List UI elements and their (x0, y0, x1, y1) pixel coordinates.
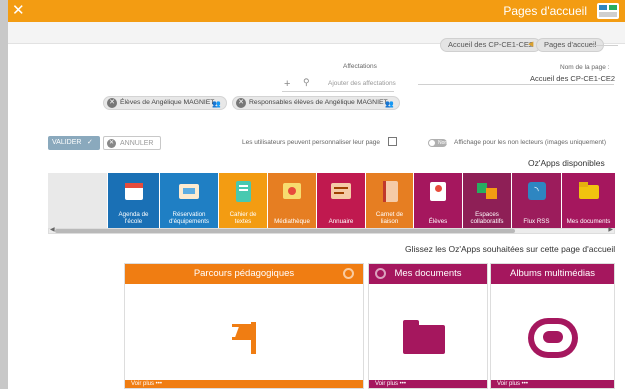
remove-tag-icon[interactable]: ✕ (236, 98, 246, 108)
app-tile-mediatheque[interactable]: Médiathèque (268, 173, 316, 228)
check-icon: ✓ (87, 139, 93, 146)
app-tile-label: Réservation d'équipements (168, 211, 210, 225)
page-title: Pages d'accueil (503, 4, 587, 18)
name-input-underline (418, 84, 614, 85)
app-header: ✕ Pages d'accueil (8, 0, 625, 22)
card-albums-multimedias[interactable]: Albums multimédias Voir plus ••• (490, 263, 615, 389)
close-icon[interactable]: ✕ (12, 2, 25, 19)
app-tile-label: Élèves (428, 218, 448, 225)
customize-checkbox[interactable] (388, 137, 397, 146)
add-icon[interactable]: + (284, 78, 290, 90)
apps-scroll-thumb[interactable] (55, 229, 515, 233)
see-more-link[interactable]: Voir plus ••• (491, 380, 614, 388)
page: ✕ Pages d'accueil Accueil des CP-CE1-CE2… (0, 0, 625, 389)
app-tile-eleves[interactable]: Élèves (414, 173, 462, 228)
app-tile-agenda[interactable]: Agenda de l'école (108, 173, 159, 228)
app-tile-label: Espaces collaboratifs (470, 211, 504, 225)
see-more-link[interactable]: Voir plus ••• (125, 380, 363, 388)
assign-label: Affectations (343, 63, 377, 70)
left-gutter (0, 0, 8, 389)
scroll-left-icon[interactable]: ◀ (50, 226, 55, 233)
scroll-right-icon[interactable]: ▶ (608, 226, 613, 233)
app-tile-mes-documents[interactable]: Mes documents (562, 173, 615, 228)
group-icon: 👥 (385, 101, 394, 108)
remove-tag-icon[interactable]: ✕ (107, 98, 117, 108)
assign-tag-students: ✕ Élèves de Angélique MAGNIET 👥 (103, 96, 227, 110)
search-icon[interactable]: ⚲ (303, 77, 310, 88)
gear-icon[interactable] (343, 268, 354, 279)
gear-icon[interactable] (375, 268, 386, 279)
assign-tag-label: Élèves de Angélique MAGNIET (120, 99, 215, 106)
card-body (491, 284, 614, 388)
calendar-icon (122, 179, 146, 203)
breadcrumb-divider (592, 45, 618, 46)
chevron-left-icon: ◀ (528, 41, 534, 48)
validate-button[interactable]: VALIDER ✓ (48, 136, 100, 150)
name-input[interactable]: Accueil des CP-CE1-CE2 (530, 74, 615, 83)
card-header: Albums multimédias (491, 264, 614, 284)
available-apps-strip: Mes documents ◝ Flux RSS Espaces collabo… (48, 173, 615, 228)
customize-label: Les utilisateurs peuvent personnaliser l… (242, 139, 381, 146)
toggle-state: Non (438, 140, 448, 146)
folder-icon (577, 179, 601, 203)
rss-icon: ◝ (525, 179, 549, 203)
flag-icon (227, 322, 259, 354)
group-icon: 👥 (212, 101, 221, 108)
cancel-icon: ✕ (107, 139, 116, 148)
media-library-icon (280, 179, 304, 203)
app-tile-empty (48, 173, 107, 228)
app-tile-reservation[interactable]: Réservation d'équipements (160, 173, 218, 228)
available-apps-title: Oz'Apps disponibles (528, 158, 605, 168)
card-body (125, 284, 363, 388)
app-tile-espaces-collaboratifs[interactable]: Espaces collaboratifs (463, 173, 511, 228)
app-tile-cahier-de-textes[interactable]: Cahier de textes (219, 173, 267, 228)
folder-icon (403, 320, 445, 354)
card-parcours-pedagogiques[interactable]: Parcours pédagogiques Voir plus ••• (124, 263, 364, 389)
app-tile-flux-rss[interactable]: ◝ Flux RSS (512, 173, 561, 228)
assign-tag-parents: ✕ Responsables élèves de Angélique MAGNI… (232, 96, 400, 110)
app-tile-label: Annuaire (328, 218, 354, 225)
name-label: Nom de la page : (560, 64, 610, 71)
app-tile-label: Agenda de l'école (118, 211, 149, 225)
card-header: Mes documents (369, 264, 487, 284)
directory-icon (329, 179, 353, 203)
card-body (369, 284, 487, 388)
app-tile-annuaire[interactable]: Annuaire (317, 173, 365, 228)
multimedia-albums-icon (528, 318, 578, 358)
drop-title: Glissez les Oz'Apps souhaitées sur cette… (405, 244, 616, 254)
readers-label: Affichage pour les non lecteurs (images … (454, 139, 606, 146)
card-header: Parcours pédagogiques (125, 264, 363, 284)
apps-scrollbar[interactable]: ◀ ▶ (48, 226, 615, 234)
notebook-icon (378, 179, 402, 203)
assign-tag-label: Responsables élèves de Angélique MAGNIET (249, 99, 388, 106)
app-tile-label: Médiathèque (274, 218, 310, 225)
app-tile-label: Cahier de textes (229, 211, 257, 225)
pages-app-icon (597, 3, 619, 19)
card-mes-documents[interactable]: Mes documents Voir plus ••• (368, 263, 488, 389)
app-tile-label: Mes documents (566, 218, 611, 225)
students-icon (426, 179, 450, 203)
app-tile-label: Carnet de liaison (375, 211, 404, 225)
collaborative-spaces-icon (475, 179, 499, 203)
app-tile-label: Flux RSS (523, 218, 550, 225)
cancel-button[interactable]: ✕ ANNULER (103, 136, 161, 150)
textbook-icon (231, 179, 255, 203)
assign-search-input[interactable]: Ajouter des affectations (328, 80, 396, 87)
app-tile-carnet-de-liaison[interactable]: Carnet de liaison (366, 173, 413, 228)
validate-label: VALIDER (52, 139, 82, 146)
cancel-label: ANNULER (120, 140, 154, 147)
assign-underline (282, 91, 394, 92)
breadcrumb-item-current[interactable]: Accueil des CP-CE1-CE2 (440, 38, 542, 52)
see-more-link[interactable]: Voir plus ••• (369, 380, 487, 388)
booking-icon (177, 179, 201, 203)
